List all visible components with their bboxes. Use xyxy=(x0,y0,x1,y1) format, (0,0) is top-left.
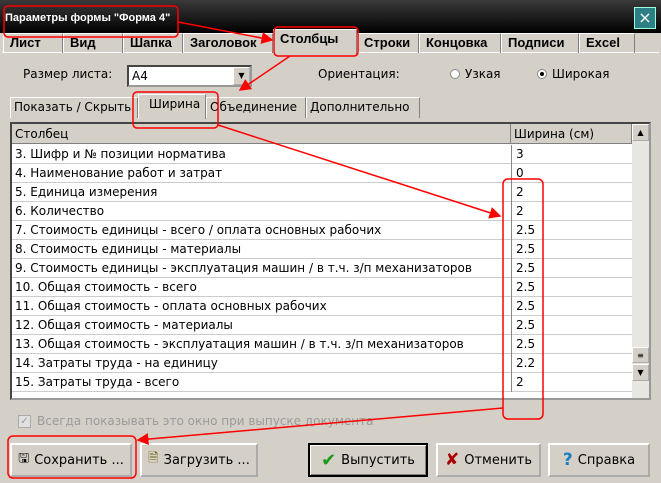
always-show-label: Всегда показывать это окно при выпуске д… xyxy=(37,414,374,428)
column-width-cell[interactable]: 2.5 xyxy=(511,335,632,354)
column-name-cell: 3. Шифр и № позиции норматива xyxy=(15,147,226,161)
tab-excel[interactable]: Excel xyxy=(579,33,635,53)
load-icon: 🗎 xyxy=(148,451,159,466)
close-button[interactable]: × xyxy=(634,7,656,29)
column-header-width[interactable]: Ширина (см) xyxy=(511,124,632,144)
column-name-cell: 9. Стоимость единицы - эксплуатация маши… xyxy=(15,261,472,275)
column-width-cell[interactable]: 2.5 xyxy=(511,221,632,240)
column-header-name[interactable]: Столбец xyxy=(12,124,511,144)
column-name-cell: 15. Затраты труда - всего xyxy=(15,375,180,389)
subtab-show-hide[interactable]: Показать / Скрыть xyxy=(10,97,138,118)
columns-width-grid: Столбец Ширина (см) 3. Шифр и № позиции … xyxy=(10,122,651,400)
scroll-up-icon[interactable]: ▲ xyxy=(632,124,649,141)
load-button[interactable]: 🗎 Загрузить ... xyxy=(140,443,258,477)
vertical-scrollbar[interactable]: ▲ ≡ ▼ xyxy=(632,124,649,398)
help-label: Справка xyxy=(577,452,636,468)
table-row[interactable]: 13. Общая стоимость - эксплуатация машин… xyxy=(12,335,632,354)
subtab-additional[interactable]: Дополнительно xyxy=(306,97,420,118)
column-width-cell[interactable]: 2.5 xyxy=(511,316,632,335)
tab-rows[interactable]: Строки xyxy=(357,33,419,53)
table-row[interactable]: 8. Стоимость единицы - материалы 2.5 xyxy=(12,240,632,259)
column-width-cell[interactable]: 2.5 xyxy=(511,259,632,278)
grid-header: Столбец Ширина (см) xyxy=(12,124,632,144)
issue-label: Выпустить xyxy=(341,452,415,468)
chevron-down-icon[interactable]: ▼ xyxy=(233,67,250,85)
orientation-label: Ориентация: xyxy=(318,67,400,81)
cancel-button[interactable]: ✘ Отменить xyxy=(436,443,541,477)
column-name-cell: 10. Общая стоимость - всего xyxy=(15,280,197,294)
table-row[interactable]: 9. Стоимость единицы - эксплуатация маши… xyxy=(12,259,632,278)
save-label: Сохранить ... xyxy=(34,452,124,468)
tab-title[interactable]: Заголовок xyxy=(183,33,273,53)
column-name-cell: 11. Общая стоимость - оплата основных ра… xyxy=(15,299,327,313)
table-row[interactable]: 3. Шифр и № позиции норматива 3 xyxy=(12,145,632,164)
radio-narrow[interactable] xyxy=(450,69,460,79)
radio-wide-label: Широкая xyxy=(552,67,610,81)
column-name-cell: 7. Стоимость единицы - всего / оплата ос… xyxy=(15,223,382,237)
column-width-cell[interactable]: 2 xyxy=(511,183,632,202)
close-icon: × xyxy=(638,8,652,27)
tab-view[interactable]: Вид xyxy=(63,33,123,53)
tab-columns[interactable]: Столбцы xyxy=(273,29,357,54)
table-row[interactable]: 10. Общая стоимость - всего 2.5 xyxy=(12,278,632,297)
table-row[interactable]: 5. Единица измерения 2 xyxy=(12,183,632,202)
save-button[interactable]: 🖫 Сохранить ... xyxy=(10,443,132,477)
table-row[interactable]: 14. Затраты труда - на единицу 2.2 xyxy=(12,354,632,373)
checkmark-icon: ✔ xyxy=(321,449,337,471)
table-row[interactable]: 7. Стоимость единицы - всего / оплата ос… xyxy=(12,221,632,240)
subtab-width[interactable]: Ширина xyxy=(138,94,206,119)
column-width-cell[interactable]: 3 xyxy=(511,145,632,164)
issue-button[interactable]: ✔ Выпустить xyxy=(308,443,428,477)
table-row[interactable]: 11. Общая стоимость - оплата основных ра… xyxy=(12,297,632,316)
tab-footer[interactable]: Концовка xyxy=(419,33,501,53)
radio-wide[interactable] xyxy=(537,69,547,79)
tab-header[interactable]: Шапка xyxy=(123,33,183,53)
table-row[interactable]: 6. Количество 2 xyxy=(12,202,632,221)
column-width-cell[interactable]: 2.5 xyxy=(511,278,632,297)
load-label: Загрузить ... xyxy=(163,452,250,468)
scroll-thumb[interactable]: ≡ xyxy=(632,347,649,363)
column-name-cell: 13. Общая стоимость - эксплуатация машин… xyxy=(15,337,464,351)
radio-narrow-label: Узкая xyxy=(465,67,501,81)
column-name-cell: 4. Наименование работ и затрат xyxy=(15,166,223,180)
help-button[interactable]: ? Справка xyxy=(548,443,650,477)
save-icon: 🖫 xyxy=(18,451,30,466)
column-name-cell: 8. Стоимость единицы - материалы xyxy=(15,242,242,256)
always-show-checkbox[interactable]: ✓ xyxy=(18,415,31,428)
table-row[interactable]: 15. Затраты труда - всего 2 xyxy=(12,373,632,392)
column-name-cell: 14. Затраты труда - на единицу xyxy=(15,356,218,370)
question-icon: ? xyxy=(562,450,573,470)
table-row[interactable]: 4. Наименование работ и затрат 0 xyxy=(12,164,632,183)
column-name-cell: 6. Количество xyxy=(15,204,105,218)
cross-icon: ✘ xyxy=(444,450,460,470)
column-width-cell[interactable]: 2.5 xyxy=(511,240,632,259)
column-width-cell[interactable]: 2.2 xyxy=(511,354,632,373)
cancel-label: Отменить xyxy=(464,452,533,468)
window-title: Параметры формы "Форма 4" xyxy=(5,12,171,24)
tab-list[interactable]: Лист xyxy=(3,33,63,53)
scroll-down-icon[interactable]: ▼ xyxy=(632,364,649,381)
tab-signatures[interactable]: Подписи xyxy=(501,33,579,53)
column-width-cell[interactable]: 2 xyxy=(511,202,632,221)
column-name-cell: 12. Общая стоимость - материалы xyxy=(15,318,233,332)
column-width-cell[interactable]: 2.5 xyxy=(511,297,632,316)
column-width-cell[interactable]: 0 xyxy=(511,164,632,183)
table-row[interactable]: 12. Общая стоимость - материалы 2.5 xyxy=(12,316,632,335)
subtab-merge[interactable]: Объединение xyxy=(206,97,306,118)
sheet-size-value: A4 xyxy=(132,69,148,83)
column-name-cell: 5. Единица измерения xyxy=(15,185,158,199)
column-width-cell[interactable]: 2 xyxy=(511,373,632,392)
sheet-size-label: Размер листа: xyxy=(23,67,113,81)
